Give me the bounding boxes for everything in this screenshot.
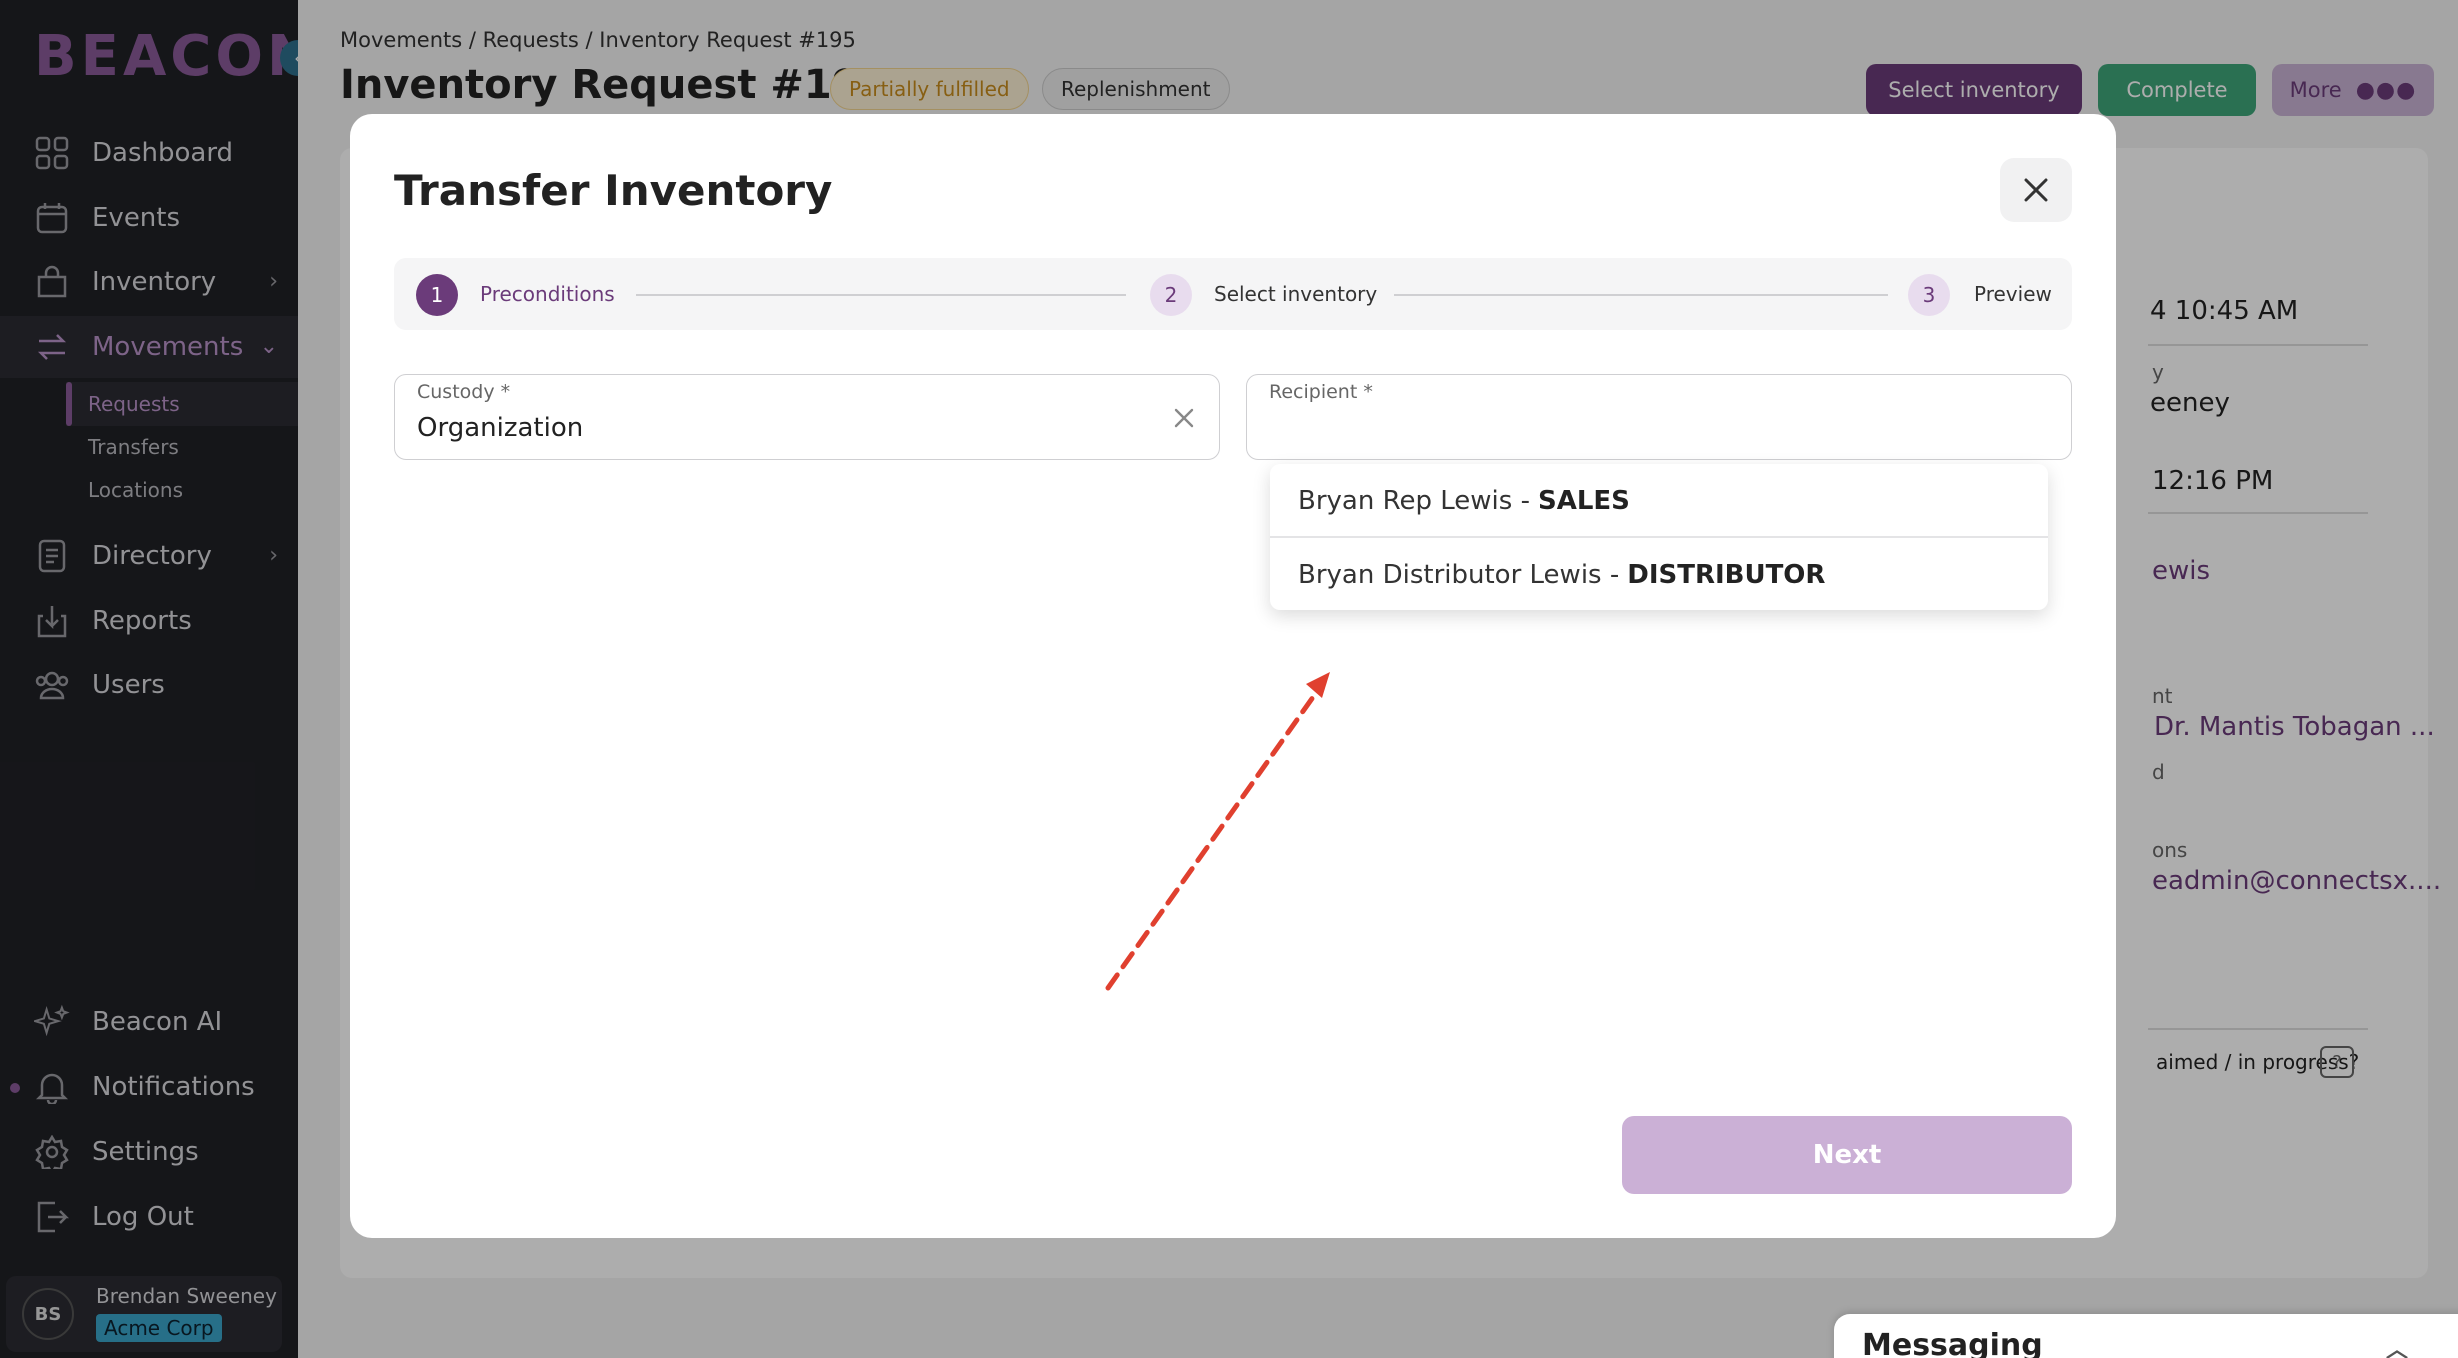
step-connector bbox=[1394, 294, 1888, 296]
modal-title: Transfer Inventory bbox=[394, 166, 833, 215]
step-1-number: 1 bbox=[416, 274, 458, 316]
custody-label: Custody * bbox=[417, 381, 511, 403]
custody-select[interactable]: Custody * Organization bbox=[394, 374, 1220, 460]
next-label: Next bbox=[1812, 1140, 1882, 1170]
step-3-label: Preview bbox=[1974, 282, 2052, 306]
step-3-number: 3 bbox=[1908, 274, 1950, 316]
option-role: DISTRIBUTOR bbox=[1627, 559, 1826, 590]
option-role: SALES bbox=[1537, 485, 1630, 516]
messaging-title: Messaging bbox=[1862, 1328, 2043, 1358]
next-button[interactable]: Next bbox=[1622, 1116, 2072, 1194]
stepper: 1 Preconditions 2 Select inventory 3 Pre… bbox=[394, 258, 2072, 330]
option-name: Bryan Rep Lewis - bbox=[1298, 485, 1530, 516]
recipient-dropdown: Bryan Rep Lewis - SALES Bryan Distributo… bbox=[1270, 464, 2048, 610]
close-icon bbox=[2024, 178, 2048, 202]
close-button[interactable] bbox=[2000, 158, 2072, 222]
option-name: Bryan Distributor Lewis - bbox=[1298, 559, 1620, 590]
recipient-label: Recipient * bbox=[1269, 381, 1373, 403]
step-2-number: 2 bbox=[1150, 274, 1192, 316]
recipient-option[interactable]: Bryan Rep Lewis - SALES bbox=[1270, 464, 2048, 537]
step-connector bbox=[636, 294, 1126, 296]
step-2-label: Select inventory bbox=[1214, 282, 1378, 306]
chevron-up-icon: ︿ bbox=[2385, 1338, 2408, 1358]
step-1-label: Preconditions bbox=[480, 282, 615, 306]
recipient-select[interactable]: Recipient * bbox=[1246, 374, 2072, 460]
recipient-option[interactable]: Bryan Distributor Lewis - DISTRIBUTOR bbox=[1270, 538, 2048, 611]
clear-icon[interactable] bbox=[1171, 405, 1197, 431]
custody-value: Organization bbox=[417, 413, 584, 443]
transfer-inventory-modal: Transfer Inventory 1 Preconditions 2 Sel… bbox=[350, 114, 2116, 1238]
messaging-panel[interactable]: Messaging ︿ bbox=[1834, 1314, 2458, 1358]
